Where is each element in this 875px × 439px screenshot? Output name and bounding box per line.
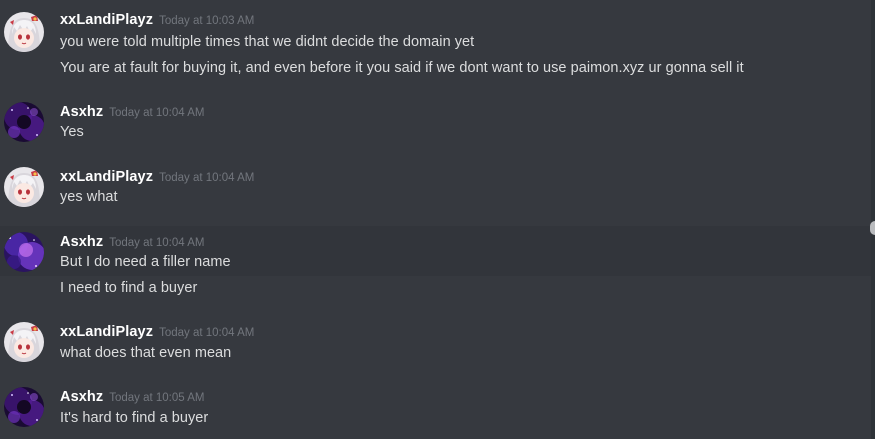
message-group: Asxhz Today at 10:04 AM Yes xyxy=(0,92,871,157)
user-avatar[interactable] xyxy=(4,12,44,52)
chat-message-list: xxLandiPlayz Today at 10:03 AM you were t… xyxy=(0,0,875,439)
message-group: Asxhz Today at 10:05 AM It's hard to find… xyxy=(0,377,871,439)
user-avatar[interactable] xyxy=(4,322,44,362)
timestamp[interactable]: Today at 10:03 AM xyxy=(159,15,254,27)
message-header: xxLandiPlayz Today at 10:03 AM xyxy=(60,11,254,29)
message-text: what does that even mean xyxy=(60,345,232,361)
message-header: Asxhz Today at 10:04 AM xyxy=(60,103,204,121)
message-group: xxLandiPlayz Today at 10:04 AM what does … xyxy=(0,312,871,377)
scrollbar-track[interactable] xyxy=(871,0,875,439)
message-text: yes what xyxy=(60,189,118,205)
purple-galaxy-avatar-icon xyxy=(4,102,44,142)
message-text: I need to find a buyer xyxy=(60,280,198,296)
message-group: Asxhz Today at 10:04 AM But I do need a f… xyxy=(0,226,871,276)
message-text: Yes xyxy=(60,124,84,140)
timestamp[interactable]: Today at 10:05 AM xyxy=(109,392,204,404)
username[interactable]: Asxhz xyxy=(60,104,103,120)
purple-galaxy-avatar-icon xyxy=(4,232,44,272)
message-group-continuation: I need to find a buyer xyxy=(0,276,871,312)
anime-girl-avatar-icon xyxy=(4,12,44,52)
username[interactable]: xxLandiPlayz xyxy=(60,12,153,28)
user-avatar[interactable] xyxy=(4,232,44,272)
timestamp[interactable]: Today at 10:04 AM xyxy=(109,107,204,119)
scrollbar-thumb[interactable] xyxy=(870,221,875,235)
message-header: xxLandiPlayz Today at 10:04 AM xyxy=(60,168,254,186)
purple-galaxy-avatar-icon xyxy=(4,387,44,427)
anime-girl-avatar-icon xyxy=(4,167,44,207)
message-group: xxLandiPlayz Today at 10:04 AM yes what xyxy=(0,157,871,222)
timestamp[interactable]: Today at 10:04 AM xyxy=(159,327,254,339)
message-header: Asxhz Today at 10:05 AM xyxy=(60,388,204,406)
anime-girl-avatar-icon xyxy=(4,322,44,362)
message-text: It's hard to find a buyer xyxy=(60,410,209,426)
user-avatar[interactable] xyxy=(4,387,44,427)
user-avatar[interactable] xyxy=(4,167,44,207)
message-text: You are at fault for buying it, and even… xyxy=(60,60,744,76)
message-header: Asxhz Today at 10:04 AM xyxy=(60,233,204,251)
username[interactable]: xxLandiPlayz xyxy=(60,324,153,340)
username[interactable]: Asxhz xyxy=(60,234,103,250)
timestamp[interactable]: Today at 10:04 AM xyxy=(109,237,204,249)
message-group: xxLandiPlayz Today at 10:03 AM you were t… xyxy=(0,0,871,92)
message-header: xxLandiPlayz Today at 10:04 AM xyxy=(60,323,254,341)
message-text: you were told multiple times that we did… xyxy=(60,34,475,50)
user-avatar[interactable] xyxy=(4,102,44,142)
message-text: But I do need a filler name xyxy=(60,254,231,270)
username[interactable]: Asxhz xyxy=(60,389,103,405)
username[interactable]: xxLandiPlayz xyxy=(60,169,153,185)
timestamp[interactable]: Today at 10:04 AM xyxy=(159,172,254,184)
